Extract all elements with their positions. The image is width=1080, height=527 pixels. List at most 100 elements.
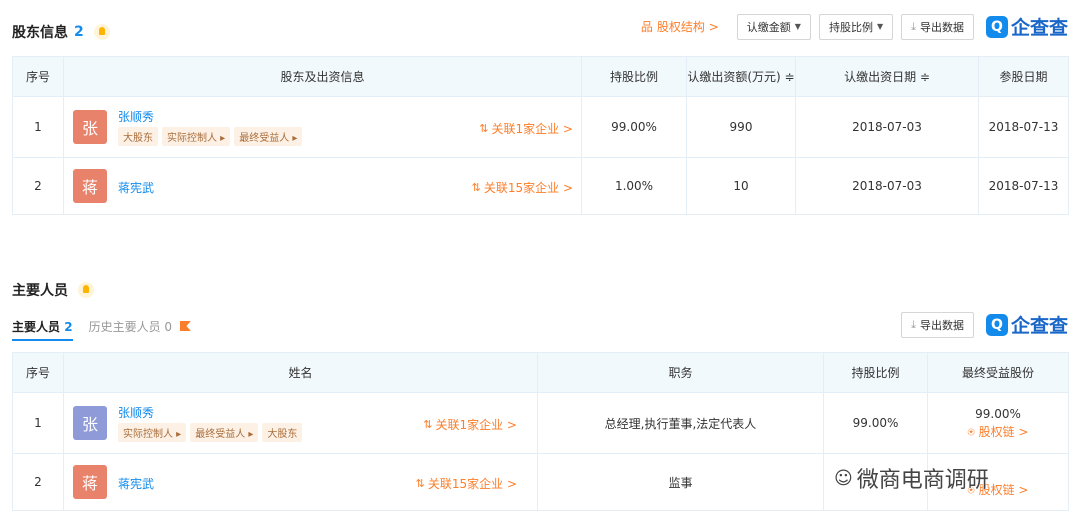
table-header-row: 序号 姓名 职务 持股比例 最终受益股份 [12,352,1069,393]
personnel-toolbar: ⤓ 导出数据 Q 企查查 [901,311,1068,338]
export-label: 导出数据 [919,20,964,34]
related-companies-label: 关联1家企业 > [491,122,573,136]
related-companies-link[interactable]: ⇅ 关联1家企业 > [423,416,517,433]
download-icon: ⤓ [911,317,916,331]
table-row: 2 蒋 蒋宪武 ⇅ 关联15家企业 > 1.00% 10 2018-07-03 … [12,157,1069,215]
row-number: 2 [12,157,64,215]
person-info-cell: 张 张顺秀 实际控制人 ▸ 最终受益人 ▸ 大股东 ⇅ 关联1家企业 > [63,392,538,454]
role-tag: 大股东 [262,423,303,442]
qcc-logo-icon: Q [985,313,1008,336]
person-name-link[interactable]: 张顺秀 [118,404,154,421]
related-companies-link[interactable]: ⇅ 关联1家企业 > [479,120,573,137]
qcc-logo: Q 企查查 [985,311,1068,338]
related-companies-link[interactable]: ⇅ 关联15家企业 > [472,179,573,196]
col-header-position: 职务 [537,352,824,393]
personnel-tabs: 主要人员 2 历史主要人员 0 [12,318,191,341]
benefit-value: 99.00% [975,406,1021,421]
role-tag[interactable]: 最终受益人 ▸ [234,127,303,146]
tab-history-label: 历史主要人员 0 [88,320,173,334]
export-button[interactable]: ⤓ 导出数据 [901,13,974,40]
col-header-no: 序号 [12,56,64,97]
benefit-cell: 99.00% ⍟ 股权链 > [927,392,1069,454]
person-info-cell: 蒋 蒋宪武 ⇅ 关联15家企业 > [63,453,538,511]
person-name-link[interactable]: 蒋宪武 [118,475,154,492]
shareholders-count: 2 [74,24,84,40]
amount-dropdown[interactable]: 认缴金额 ▼ [736,13,811,40]
role-tags: 大股东 实际控制人 ▸ 最终受益人 ▸ [118,127,303,146]
link-icon: ⇅ [423,418,433,431]
amount-cell: 10 [686,157,796,215]
shareholders-title: 股东信息 2 [12,22,110,42]
amount-dropdown-label: 认缴金额 [746,20,791,34]
role-tag[interactable]: 实际控制人 ▸ [162,127,231,146]
role-tag: 大股东 [118,127,158,146]
equity-chain-link[interactable]: ⍟ 股权链 > [928,423,1068,440]
role-tag[interactable]: 实际控制人 ▸ [118,423,187,442]
join-date-cell: 2018-07-13 [978,96,1069,158]
ratio-dropdown[interactable]: 持股比例 ▼ [818,13,894,40]
related-companies-label: 关联15家企业 > [427,477,517,491]
shareholder-name-link[interactable]: 蒋宪武 [118,179,154,196]
bell-icon[interactable] [78,282,94,298]
tab-current-count: 2 [64,320,73,334]
vip-flag-icon [179,321,191,331]
qcc-logo-text: 企查查 [1010,17,1068,39]
tab-current-label: 主要人员 [12,320,61,334]
position-cell: 监事 [537,453,824,511]
col-header-ratio: 持股比例 [823,352,928,393]
related-companies-link[interactable]: ⇅ 关联15家企业 > [416,475,517,492]
shareholders-title-text: 股东信息 [12,25,68,41]
qcc-logo-icon: Q [985,15,1008,38]
col-header-benefit: 最终受益股份 [927,352,1069,393]
col-header-ratio: 持股比例 [581,56,687,97]
personnel-title: 主要人员 [12,280,94,300]
ratio-dropdown-label: 持股比例 [828,20,873,34]
col-header-sub-date[interactable]: 认缴出资日期 ≑ [795,56,979,97]
shareholder-name-link[interactable]: 张顺秀 [118,108,154,125]
link-icon: ⇅ [479,122,489,135]
col-header-name: 姓名 [63,352,538,393]
tab-history-personnel[interactable]: 历史主要人员 0 [89,318,191,341]
download-icon: ⤓ [911,19,916,33]
equity-structure-link[interactable]: 品 股权结构 > [641,18,719,35]
caret-down-icon: ▼ [876,22,884,31]
join-date-cell: 2018-07-13 [978,157,1069,215]
sub-date-cell: 2018-07-03 [795,96,979,158]
position-cell: 总经理,执行董事,法定代表人 [537,392,824,454]
related-companies-label: 关联1家企业 > [435,418,517,432]
avatar: 张 [73,110,107,144]
personnel-title-text: 主要人员 [12,283,68,299]
col-header-info: 股东及出资信息 [63,56,582,97]
qcc-logo-text: 企查查 [1010,315,1068,337]
equity-structure-label: 股权结构 > [656,20,719,34]
table-row: 1 张 张顺秀 大股东 实际控制人 ▸ 最终受益人 ▸ ⇅ 关联1家企业 > 9… [12,96,1069,158]
export-label: 导出数据 [919,318,964,332]
link-icon: ⇅ [471,181,481,194]
table-header-row: 序号 股东及出资信息 持股比例 认缴出资额(万元) ≑ 认缴出资日期 ≑ 参股日… [12,56,1069,97]
related-companies-label: 关联15家企业 > [483,181,573,195]
shareholder-info-cell: 蒋 蒋宪武 ⇅ 关联15家企业 > [63,157,582,215]
avatar: 蒋 [73,465,107,499]
watermark: ☺ 微商电商调研 [834,462,989,494]
shareholder-info-cell: 张 张顺秀 大股东 实际控制人 ▸ 最终受益人 ▸ ⇅ 关联1家企业 > [63,96,582,158]
role-tags: 实际控制人 ▸ 最终受益人 ▸ 大股东 [118,423,303,442]
table-row: 1 张 张顺秀 实际控制人 ▸ 最终受益人 ▸ 大股东 ⇅ 关联1家企业 > 总… [12,392,1069,454]
org-chart-icon: 品 [640,20,653,34]
export-button[interactable]: ⤓ 导出数据 [901,311,974,338]
caret-down-icon: ▼ [794,22,801,31]
row-number: 1 [12,96,64,158]
link-icon: ⇅ [415,477,425,490]
qcc-logo: Q 企查查 [985,13,1068,40]
bell-icon[interactable] [93,24,110,40]
row-number: 1 [12,392,64,454]
avatar: 蒋 [73,169,107,203]
col-header-amount[interactable]: 认缴出资额(万元) ≑ [686,56,796,97]
shareholders-toolbar: 品 股权结构 > 认缴金额 ▼ 持股比例 ▼ ⤓ 导出数据 Q 企查查 [641,13,1068,40]
col-header-join-date: 参股日期 [978,56,1069,97]
avatar: 张 [73,406,107,440]
tab-current-personnel[interactable]: 主要人员 2 [12,318,73,341]
chain-icon: ⍟ [967,424,975,439]
amount-cell: 990 [686,96,796,158]
watermark-text: 微商电商调研 [856,468,989,493]
role-tag[interactable]: 最终受益人 ▸ [190,423,259,442]
